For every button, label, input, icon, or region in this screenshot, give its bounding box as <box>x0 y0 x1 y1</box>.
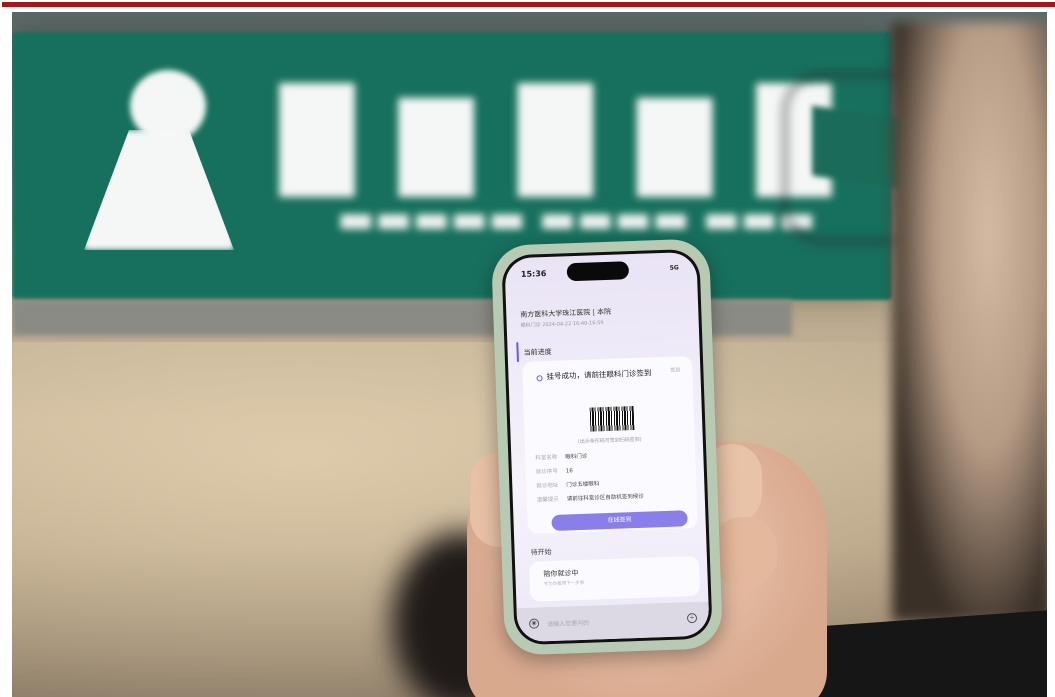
smartphone: 15:36 5G 南方医科大学珠江医院 | 本院 眼科门诊 2024-04-22… <box>490 238 724 656</box>
pending-title: 陪你就诊中 <box>543 569 579 579</box>
info-value: 眼科门诊 <box>565 453 588 461</box>
info-row: 就诊序号 16 <box>536 466 573 475</box>
photo-frame: █ ▇ █ ▇ █ ▬▬▬▬▬ ▬▬▬▬ ▬▬▬ 15:36 5G 南方医科大学… <box>0 0 1055 697</box>
pending-subtitle: 专为你整理下一步事 <box>543 580 585 588</box>
hospital-photo: █ ▇ █ ▇ █ ▬▬▬▬▬ ▬▬▬▬ ▬▬▬ 15:36 5G 南方医科大学… <box>12 12 1047 697</box>
status-dot-icon <box>536 375 543 382</box>
chat-input[interactable]: 请输入您要问的 <box>547 618 589 628</box>
app-display: 15:36 5G 南方医科大学珠江医院 | 本院 眼科门诊 2024-04-22… <box>504 251 710 643</box>
info-label: 就诊地址 <box>536 482 559 490</box>
section-title: 当前进度 <box>523 347 552 357</box>
sign-text-blurred: █ ▇ █ ▇ █ <box>280 84 837 196</box>
add-icon[interactable]: + <box>686 612 698 624</box>
info-row: 科室名称 眼科门诊 <box>535 452 587 462</box>
sign-subtext-blurred: ▬▬▬▬▬ ▬▬▬▬ ▬▬▬ <box>337 196 816 242</box>
section-title: 待开始 <box>530 547 552 557</box>
info-row: 就诊地址 门诊五楼眼科 <box>536 479 599 489</box>
voice-icon[interactable]: ◉ <box>528 618 540 629</box>
info-label: 温馨提示 <box>536 496 559 504</box>
status-card: 挂号成功，请前往眼科门诊签到 签到 (出示条形码可签到扫码签到) 科室名称 眼科门… <box>521 355 698 534</box>
info-value: 门诊五楼眼科 <box>566 481 600 489</box>
barcode-hint: (出示条形码可签到扫码签到) <box>577 436 642 446</box>
person-foreground <box>892 22 1047 622</box>
info-value: 16 <box>565 468 573 475</box>
dynamic-island <box>566 261 630 282</box>
info-row: 温馨提示 请前往科室诊区自助机签到候诊 <box>537 492 644 504</box>
barcode-icon <box>589 406 635 432</box>
status-time: 15:36 <box>520 269 547 279</box>
top-border <box>2 2 1055 7</box>
check-in-button[interactable]: 在线签到 <box>551 510 688 531</box>
network-indicator: 5G <box>669 264 679 272</box>
chat-input-bar: ◉ 请输入您要问的 + <box>516 601 710 643</box>
hospital-name: 南方医科大学珠江医院 | 本院 <box>520 307 612 319</box>
info-label: 科室名称 <box>535 454 558 462</box>
finger <box>712 517 777 587</box>
info-value: 请前往科室诊区自助机签到候诊 <box>566 493 644 503</box>
appointment-info: 眼科门诊 2024-04-22 16:40-16:59 <box>520 320 604 329</box>
pending-card[interactable]: 陪你就诊中 专为你整理下一步事 <box>528 555 701 602</box>
status-link[interactable]: 签到 <box>670 366 680 373</box>
phone-screen: 15:36 5G 南方医科大学珠江医院 | 本院 眼科门诊 2024-04-22… <box>501 248 713 646</box>
info-label: 就诊序号 <box>535 468 558 476</box>
timeline-marker <box>516 342 519 363</box>
status-text: 挂号成功，请前往眼科门诊签到 <box>546 368 652 382</box>
